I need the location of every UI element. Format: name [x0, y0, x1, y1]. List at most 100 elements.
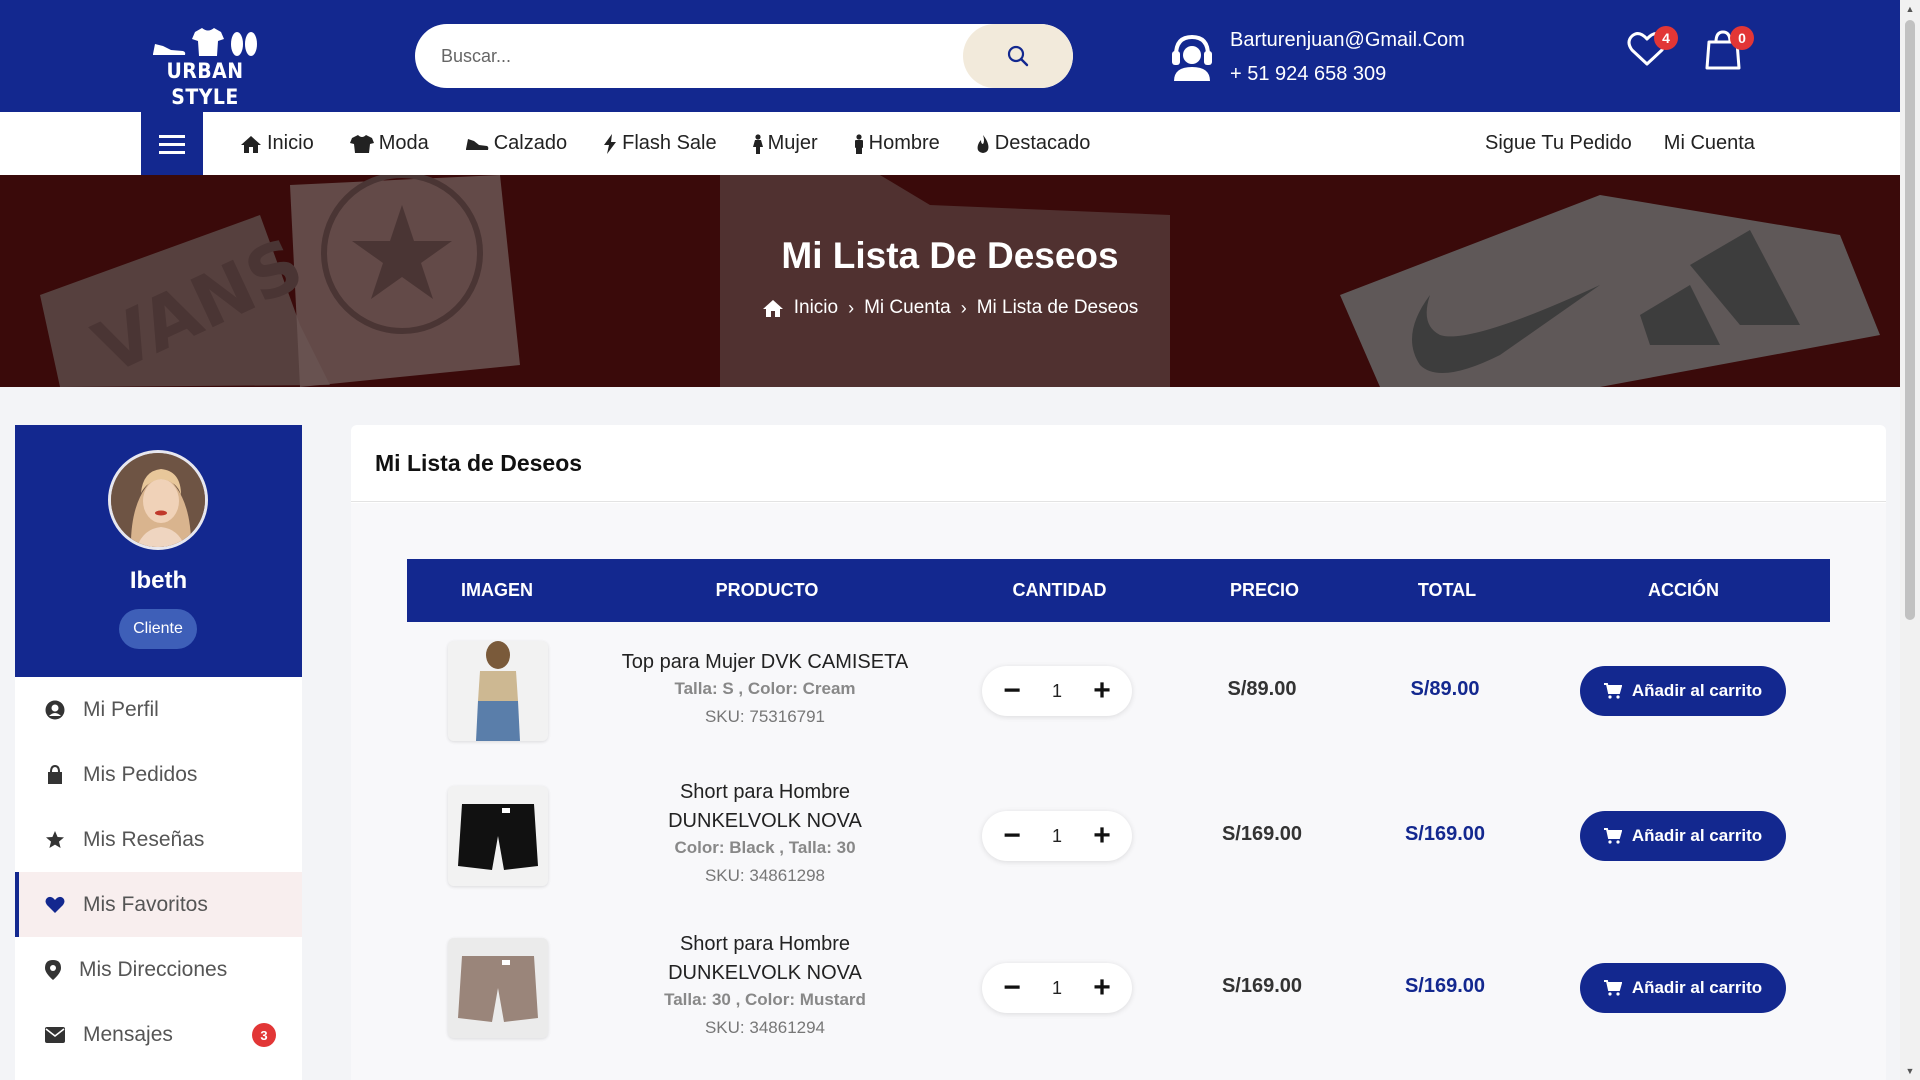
quantity-input[interactable] — [1037, 680, 1077, 702]
nav-inicio-label: Inicio — [267, 132, 314, 154]
decrease-quantity-button[interactable]: − — [998, 819, 1026, 852]
sidebar-item-reviews[interactable]: Mis Reseñas — [15, 807, 302, 872]
sidebar-item-label: Mis Favoritos — [83, 892, 208, 916]
product-sku: SKU: 34861294 — [704, 1018, 826, 1037]
contact-email[interactable]: Barturenjuan@Gmail.Com — [1230, 23, 1465, 57]
track-order-link[interactable]: Sigue Tu Pedido — [1485, 132, 1632, 155]
search-icon — [1007, 45, 1029, 67]
male-icon — [854, 133, 863, 154]
nav-hombre-label: Hombre — [868, 132, 940, 154]
profile-card: Ibeth Cliente — [15, 425, 302, 677]
nav-mujer-label: Mujer — [767, 132, 818, 154]
nav-moda-label: Moda — [378, 132, 429, 154]
nav-mujer[interactable]: Mujer — [752, 132, 818, 155]
home-icon — [241, 135, 261, 153]
product-image — [448, 938, 548, 1038]
nav-destacado-label: Destacado — [994, 132, 1091, 154]
role-badge: Cliente — [119, 609, 197, 649]
main-nav: Inicio Moda Calzado Flash Sale Mujer Hom… — [0, 112, 1900, 175]
product-name[interactable]: Short para Hombre DUNKELVOLK NOVA — [560, 778, 970, 836]
nav-links: Inicio Moda Calzado Flash Sale Mujer Hom… — [240, 112, 1090, 175]
nav-inicio[interactable]: Inicio — [240, 132, 314, 155]
contact-phone[interactable]: + 51 924 658 309 — [1230, 57, 1465, 91]
nav-destacado[interactable]: Destacado — [976, 132, 1091, 155]
wishlist-button[interactable]: 4 — [1626, 26, 1678, 74]
user-circle-icon — [45, 700, 65, 719]
tshirt-icon — [192, 28, 224, 56]
product-name[interactable]: Short para Hombre DUNKELVOLK NOVA — [560, 930, 970, 988]
sidebar-item-label: Mensajes — [83, 1022, 173, 1046]
nav-account-links: Sigue Tu Pedido Mi Cuenta — [1485, 112, 1755, 175]
logo-icons — [140, 22, 270, 58]
product-thumbnail[interactable] — [448, 938, 548, 1038]
menu-toggle-button[interactable] — [141, 112, 203, 175]
scroll-down-arrow[interactable]: ▼ — [1905, 1066, 1915, 1076]
hero-background-illustration: VANS — [40, 175, 1880, 387]
product-thumbnail[interactable] — [448, 641, 548, 741]
scrollbar-thumb[interactable] — [1905, 20, 1915, 620]
increase-quantity-button[interactable]: + — [1088, 971, 1116, 1004]
user-name: Ibeth — [129, 567, 188, 594]
search-input[interactable] — [415, 24, 965, 88]
nav-flash-sale-label: Flash Sale — [622, 132, 717, 154]
shoe-icon — [465, 138, 489, 150]
column-header-cantidad: CANTIDAD — [1012, 580, 1107, 600]
sidebar-item-addresses[interactable]: Mis Direcciones — [15, 937, 302, 1002]
breadcrumb-mi-cuenta[interactable]: Mi Cuenta — [864, 297, 951, 319]
add-to-cart-button[interactable]: Añadir al carrito — [1580, 963, 1786, 1013]
urban-style-logo[interactable]: URBAN STYLE — [140, 22, 270, 109]
nav-flash-sale[interactable]: Flash Sale — [603, 132, 717, 155]
my-account-link[interactable]: Mi Cuenta — [1664, 132, 1755, 155]
sneaker-icon — [153, 44, 186, 55]
nav-calzado[interactable]: Calzado — [465, 132, 567, 155]
quantity-input[interactable] — [1037, 977, 1077, 999]
product-price: S/169.00 — [1221, 823, 1303, 845]
page-hero-banner: VANS Mi Lista De Deseos Inicio › Mi Cuen… — [0, 175, 1900, 387]
add-to-cart-button[interactable]: Añadir al carrito — [1580, 666, 1786, 716]
scroll-up-arrow[interactable]: ▲ — [1905, 4, 1915, 14]
increase-quantity-button[interactable]: + — [1088, 819, 1116, 852]
page-scrollbar[interactable]: ▲ ▼ — [1900, 0, 1920, 1080]
column-header-precio: PRECIO — [1229, 580, 1299, 600]
product-name[interactable]: Top para Mujer DVK CAMISETA — [560, 648, 970, 677]
avatar-image — [111, 453, 205, 547]
product-thumbnail[interactable] — [448, 786, 548, 886]
sidebar-item-messages[interactable]: Mensajes 3 — [15, 1002, 302, 1067]
nav-hombre[interactable]: Hombre — [854, 132, 940, 155]
product-info: Short para Hombre DUNKELVOLK NOVA Color:… — [560, 778, 970, 892]
column-header-total: TOTAL — [1417, 580, 1477, 600]
cart-icon — [1603, 980, 1622, 996]
breadcrumb-current: Mi Lista de Deseos — [976, 297, 1139, 318]
sidebar-item-favorites[interactable]: Mis Favoritos — [15, 872, 302, 937]
product-sku: SKU: 75316791 — [704, 707, 826, 726]
envelope-icon — [45, 1026, 65, 1043]
quantity-input[interactable] — [1037, 825, 1077, 847]
search-button[interactable] — [963, 24, 1073, 88]
map-pin-icon — [45, 959, 61, 980]
breadcrumb-inicio[interactable]: Inicio — [794, 297, 838, 319]
product-attributes: Talla: S , Color: Cream — [674, 679, 856, 698]
sidebar-item-orders[interactable]: Mis Pedidos — [15, 742, 302, 807]
nav-moda[interactable]: Moda — [349, 132, 429, 155]
sidebar-item-label: Mis Reseñas — [83, 827, 205, 851]
wishlist-count-badge: 4 — [1654, 26, 1678, 50]
product-price: S/169.00 — [1221, 975, 1303, 997]
sidebar-item-profile[interactable]: Mi Perfil — [15, 677, 302, 742]
product-info: Top para Mujer DVK CAMISETA Talla: S , C… — [560, 648, 970, 733]
tshirt-icon — [349, 134, 374, 153]
logo-text: URBAN STYLE — [166, 59, 244, 109]
column-header-accion: ACCIÓN — [1648, 580, 1719, 600]
sidebar-item-label: Mis Pedidos — [83, 762, 198, 786]
headset-icon — [1172, 34, 1212, 81]
cart-button[interactable]: 0 — [1702, 26, 1754, 74]
product-total: S/89.00 — [1410, 678, 1480, 700]
decrease-quantity-button[interactable]: − — [998, 971, 1026, 1004]
increase-quantity-button[interactable]: + — [1088, 674, 1116, 707]
fire-icon — [977, 134, 989, 153]
product-attributes: Color: Black , Talla: 30 — [674, 838, 856, 857]
add-to-cart-button[interactable]: Añadir al carrito — [1580, 811, 1786, 861]
decrease-quantity-button[interactable]: − — [998, 674, 1026, 707]
avatar[interactable] — [108, 450, 208, 550]
product-sku: SKU: 34861298 — [704, 866, 826, 885]
cart-icon — [1603, 828, 1622, 844]
